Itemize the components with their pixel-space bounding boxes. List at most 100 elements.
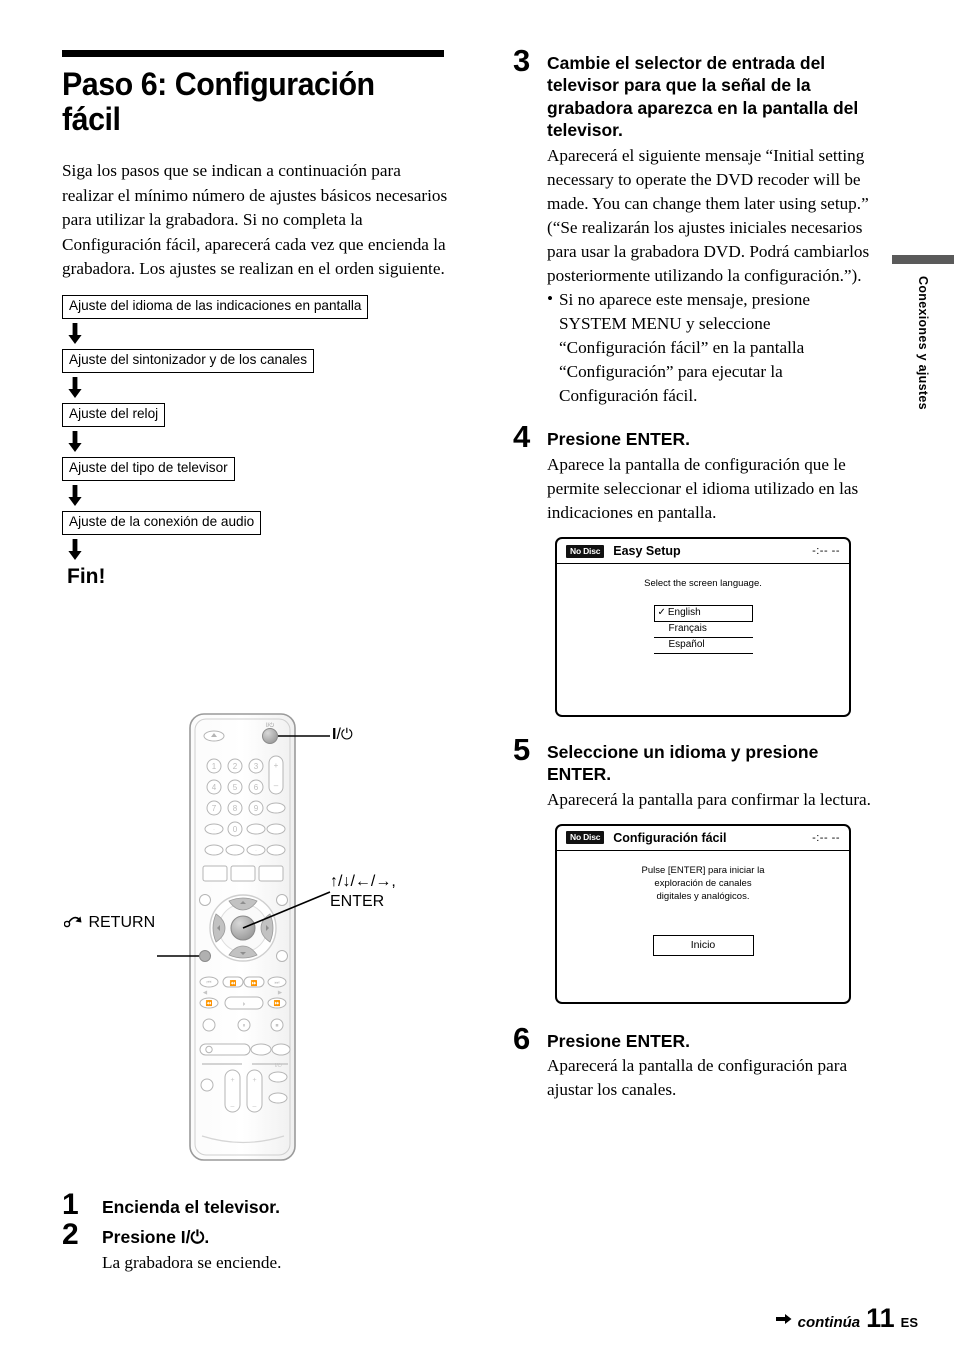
remote-control-diagram: I/⏻ 123 456 789 0 · + – · ⏮ ⏭ ⏪ ⏩ ⏪ ⏩ ⏵ … [62,700,462,1180]
svg-text:·: · [213,827,215,833]
svg-text:I/⏻: I/⏻ [266,722,274,729]
flow-arrow-down-icon [68,431,82,453]
step-body: La grabadora se enciende. [102,1252,282,1272]
svg-text:⏮: ⏮ [207,980,212,986]
step-heading: Presione ENTER. [547,429,690,450]
step-6: 6 Presione ENTER. Aparecerá la pantalla … [513,1023,873,1103]
left-column: Paso 6: Configuración fácil Siga los pas… [62,50,452,589]
page-language-code: ES [900,1315,918,1330]
screen-body: Select the screen language. ✓ English Fra… [557,564,849,715]
svg-text:1: 1 [212,762,217,771]
screen-title: Easy Setup [613,544,681,559]
page-footer: continúa 11 ES [775,1303,918,1334]
svg-text:–: – [274,781,279,790]
step-number: 6 [513,1020,531,1056]
flowchart-step: Ajuste del idioma de las indicaciones en… [62,295,452,320]
document-page: Paso 6: Configuración fácil Siga los pas… [0,0,954,1352]
page-title: Paso 6: Configuración fácil [62,66,375,138]
continue-label: continúa [797,1314,861,1331]
svg-text:⏭: ⏭ [275,980,280,986]
screen-clock: -:-- -- [812,545,840,558]
svg-text:–: – [253,1103,257,1110]
svg-text:2: 2 [233,762,238,771]
flowchart-step: Ajuste de la conexión de audio [62,511,452,536]
screen-title: Configuración fácil [613,830,727,845]
svg-text:5: 5 [233,783,238,792]
step-body: Aparecerá la pantalla para confirmar la … [547,789,871,809]
callout-dpad-label: ↑/↓/←/→, ENTER [330,872,396,912]
svg-text:I/⏻: I/⏻ [275,1063,282,1069]
step-heading: Presione ENTER. [547,1030,690,1051]
svg-text:+: + [230,1077,234,1084]
flow-box-tv-type: Ajuste del tipo de televisor [62,457,235,482]
svg-text:⏹: ⏹ [275,1023,278,1029]
svg-text:0: 0 [233,825,238,834]
svg-text:–: – [231,1103,235,1110]
language-option-francais[interactable]: Français [653,622,753,638]
svg-text:⏩: ⏩ [251,980,258,987]
language-list: ✓ English Français Español [653,604,753,654]
disc-status-badge: No Disc [566,544,605,558]
start-button[interactable]: Inicio [652,935,754,957]
step-heading: Cambie el selector de entrada del televi… [547,53,859,141]
step-heading: Presione I/⏻. [102,1227,210,1248]
language-label: Español [668,639,705,651]
right-column: 3 Cambie el selector de entrada del tele… [513,45,873,1116]
flowchart-end-label: Fin! [67,565,106,589]
step-number: 5 [513,732,531,768]
svg-text:⏩: ⏩ [274,1000,281,1007]
language-option-espanol[interactable]: Español [653,638,753,654]
flow-box-audio: Ajuste de la conexión de audio [62,511,262,536]
svg-text:·: · [255,848,257,854]
svg-text:+: + [274,761,279,770]
tv-screen-configuracion-facil: No Disc Configuración fácil -:-- -- Puls… [555,823,851,1004]
flowchart: Ajuste del idioma de las indicaciones en… [62,295,452,589]
language-option-english[interactable]: ✓ English [653,604,753,622]
step-body: Aparecerá la pantalla de configuración p… [547,1056,848,1100]
flow-box-language: Ajuste del idioma de las indicaciones en… [62,295,369,320]
svg-text:⏪: ⏪ [230,980,237,987]
flow-arrow-down-icon [68,485,82,507]
step-1: 1 Encienda el televisor. [62,1190,462,1220]
note-item: Si no aparece este mensaje, presione SYS… [547,287,873,408]
disc-status-badge: No Disc [566,831,605,845]
screen-clock: -:-- -- [812,831,840,844]
step-heading: Seleccione un idioma y presione ENTER. [547,742,819,785]
screen-title-bar: No Disc Easy Setup -:-- -- [557,539,849,565]
callout-return-text: RETURN [88,914,156,931]
svg-text:7: 7 [212,804,217,813]
language-label: English [667,607,701,619]
flow-arrow-down-icon [68,539,82,561]
flow-box-tuner: Ajuste del sintonizador y de los canales [62,349,315,374]
step-3-notes: Si no aparece este mensaje, presione SYS… [547,287,873,408]
step-body: Aparecerá el siguiente mensaje “Initial … [547,145,870,285]
section-tab-label: Conexiones y ajustes [916,276,930,410]
step-number: 4 [513,419,531,455]
remote-control-illustration: I/⏻ 123 456 789 0 · + – · ⏮ ⏭ ⏪ ⏩ ⏪ ⏩ ⏵ … [157,713,331,1161]
return-icon [63,916,82,928]
callout-power-label: I/⏻ [332,726,353,743]
step-heading: Encienda el televisor. [102,1197,280,1217]
intro-paragraph: Siga los pasos que se indican a continua… [62,161,448,279]
arrow-right-icon [775,1313,792,1324]
screen-prompt: Pulse [ENTER] para iniciar la exploració… [641,864,765,902]
screen-body: Pulse [ENTER] para iniciar la exploració… [557,851,849,1002]
svg-text:+: + [252,1077,256,1084]
section-tab-bar [892,255,954,264]
flow-box-clock: Ajuste del reloj [62,403,166,428]
flowchart-step: Ajuste del tipo de televisor [62,457,452,482]
step-5: 5 Seleccione un idioma y presione ENTER.… [513,734,873,1004]
screen-title-bar: No Disc Configuración fácil -:-- -- [557,826,849,851]
tv-screen-easy-setup: No Disc Easy Setup -:-- -- Select the sc… [555,537,851,718]
svg-text:⏸: ⏸ [242,1023,245,1029]
callout-return-label: RETURN [63,914,156,932]
svg-text:⏵: ⏵ [243,1002,246,1008]
flowchart-step: Ajuste del sintonizador y de los canales [62,349,452,374]
flowchart-step: Ajuste del reloj [62,403,452,428]
step-number: 1 [62,1188,79,1221]
title-rule [62,50,444,57]
screen-prompt: Select the screen language. [644,578,762,590]
step-body: Aparece la pantalla de configuración que… [547,454,859,522]
flow-arrow-down-icon [68,377,82,399]
svg-text:4: 4 [212,783,217,792]
